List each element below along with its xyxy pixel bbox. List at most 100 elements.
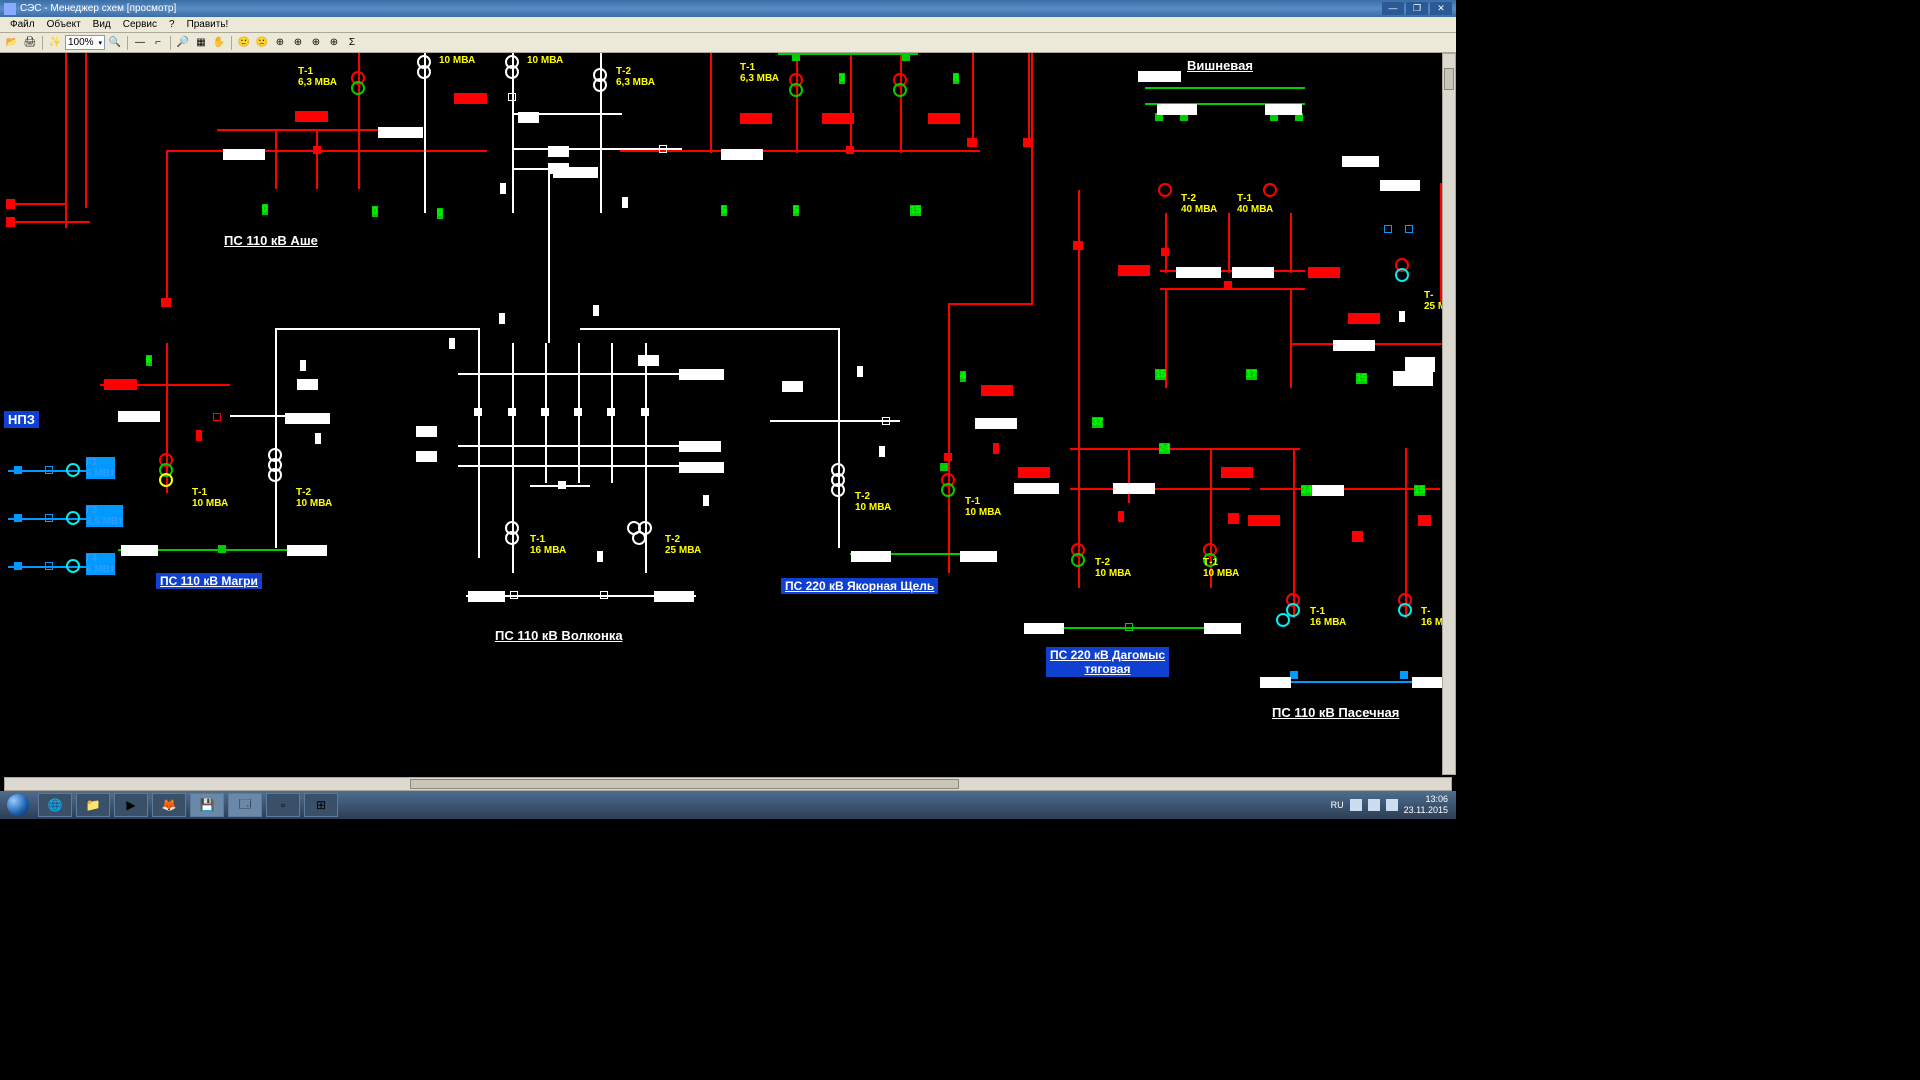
transformer-label: Т-1 16 МВА: [530, 534, 566, 556]
vline-icon[interactable]: ⌐: [150, 35, 166, 51]
marker-d-icon[interactable]: ⊕: [326, 35, 342, 51]
arrow-down-icon: [967, 138, 977, 147]
bus-label: I СШ 10: [468, 591, 505, 602]
hline-icon[interactable]: —: [132, 35, 148, 51]
line: [458, 445, 688, 447]
bus-label: II СШ 10: [287, 545, 327, 556]
station-dagomys-l1: ПС 220 кВ Дагомыс: [1050, 648, 1165, 662]
start-button[interactable]: [0, 791, 36, 819]
transformer-icon: [1395, 268, 1409, 282]
breaker-icon: [641, 408, 649, 416]
zoom-select[interactable]: 100%: [65, 35, 105, 50]
line: [65, 53, 67, 228]
breaker-icon: [574, 408, 582, 416]
transformer-label: Т-2 10 МВА: [855, 491, 891, 513]
line: [1028, 53, 1030, 143]
transformer-label: Т-1 16 МВА: [1310, 606, 1346, 628]
bus-label: II СШ 110: [1014, 483, 1059, 494]
scrollbar-thumb[interactable]: [1444, 68, 1454, 90]
line: [1165, 213, 1167, 273]
smile-icon[interactable]: 🙂: [236, 35, 252, 51]
bus-label: II СШ 110: [1176, 267, 1221, 278]
value-label: 17: [1246, 369, 1257, 380]
tray-network-icon[interactable]: [1368, 799, 1380, 811]
value-label: 24: [1159, 443, 1170, 454]
scrollbar-thumb[interactable]: [410, 779, 959, 789]
bus-label: II СШ 10: [851, 551, 891, 562]
bus-label: II СШ 110: [378, 127, 423, 138]
bus-label: I СШ 6: [1260, 677, 1291, 688]
line: [166, 150, 168, 300]
voltage-label: U= 118: [1308, 267, 1340, 278]
sad-icon[interactable]: 🙁: [254, 35, 270, 51]
line: [478, 328, 480, 558]
line: [850, 53, 852, 153]
breaker-icon: [45, 562, 53, 570]
horizontal-scrollbar[interactable]: [4, 777, 1452, 791]
sigma-icon[interactable]: Σ: [344, 35, 360, 51]
tray-flag-icon[interactable]: [1350, 799, 1362, 811]
bus-label: I СШ 110: [721, 149, 763, 160]
transformer-icon: [159, 473, 173, 487]
value-label: 0: [857, 366, 863, 377]
taskbar-firefox-icon[interactable]: 🦊: [152, 793, 186, 817]
find-icon[interactable]: 🔎: [175, 35, 191, 51]
transformer-label: 10 МВА: [527, 55, 563, 66]
tray-sound-icon[interactable]: [1386, 799, 1398, 811]
menu-service[interactable]: Сервис: [117, 19, 163, 30]
line: [10, 221, 90, 223]
station-dagomys: ПС 220 кВ Дагомыстяговая: [1046, 647, 1169, 677]
hand-icon[interactable]: ✋: [211, 35, 227, 51]
marker-a-icon[interactable]: ⊕: [272, 35, 288, 51]
transformer-icon: [505, 65, 519, 79]
taskbar-app-icon[interactable]: 💾: [190, 793, 224, 817]
breaker-icon: [882, 417, 890, 425]
open-icon[interactable]: 📂: [4, 35, 20, 51]
taskbar-explorer-icon[interactable]: 📁: [76, 793, 110, 817]
value-label: 19: [1352, 531, 1363, 542]
zoom-reset-icon[interactable]: 🔍: [107, 35, 123, 51]
taskbar-misc-icon[interactable]: ▫: [266, 793, 300, 817]
voltage-label: U= 119: [928, 113, 960, 124]
value-label: 0: [879, 446, 885, 457]
value-label: 4: [993, 443, 999, 454]
taskbar-net-icon[interactable]: ⊞: [304, 793, 338, 817]
close-button[interactable]: ✕: [1430, 2, 1452, 15]
transformer-icon: [941, 483, 955, 497]
marker-c-icon[interactable]: ⊕: [308, 35, 324, 51]
value-label: 5: [793, 205, 799, 216]
tray-lang[interactable]: RU: [1331, 800, 1344, 810]
menu-view[interactable]: Вид: [87, 19, 117, 30]
tray-clock[interactable]: 13:06 23.11.2015: [1404, 794, 1448, 816]
grid-icon[interactable]: ▦: [193, 35, 209, 51]
maximize-button[interactable]: ❐: [1406, 2, 1428, 15]
breaker-icon: [1161, 248, 1169, 256]
value-label: 15: [1414, 485, 1425, 496]
vertical-scrollbar[interactable]: [1442, 53, 1456, 775]
bus-label: II СШ 110: [553, 167, 598, 178]
print-icon[interactable]: 🖨: [22, 35, 38, 51]
magic-icon[interactable]: ✨: [47, 35, 63, 51]
menu-object[interactable]: Объект: [41, 19, 87, 30]
minimize-button[interactable]: —: [1382, 2, 1404, 15]
station-rodnikovaya-l1: ПС 1: [1405, 357, 1435, 372]
generator-icon: [66, 511, 80, 525]
menu-file[interactable]: Файл: [4, 19, 41, 30]
line: [512, 148, 682, 150]
taskbar-wmp-icon[interactable]: ▶: [114, 793, 148, 817]
value-label: 24: [1301, 485, 1312, 496]
taskbar-window-icon[interactable]: 🗔: [228, 793, 262, 817]
line: [1128, 448, 1130, 503]
taskbar-ie-icon[interactable]: 🌐: [38, 793, 72, 817]
schematic-canvas[interactable]: ПС 110 кВ Аше ПС 110 кВ Магри ПС 110 кВ …: [0, 53, 1456, 775]
line: [580, 328, 840, 330]
menu-edit[interactable]: Править!: [181, 19, 235, 30]
voltage-label: U= 119: [1018, 467, 1050, 478]
line: [1228, 213, 1230, 273]
station-magri: ПС 110 кВ Магри: [156, 573, 262, 589]
marker-b-icon[interactable]: ⊕: [290, 35, 306, 51]
station-ashe: ПС 110 кВ Аше: [224, 233, 318, 248]
menu-help[interactable]: ?: [163, 19, 181, 30]
breaker-icon: [508, 408, 516, 416]
transformer-icon: [1398, 603, 1412, 617]
